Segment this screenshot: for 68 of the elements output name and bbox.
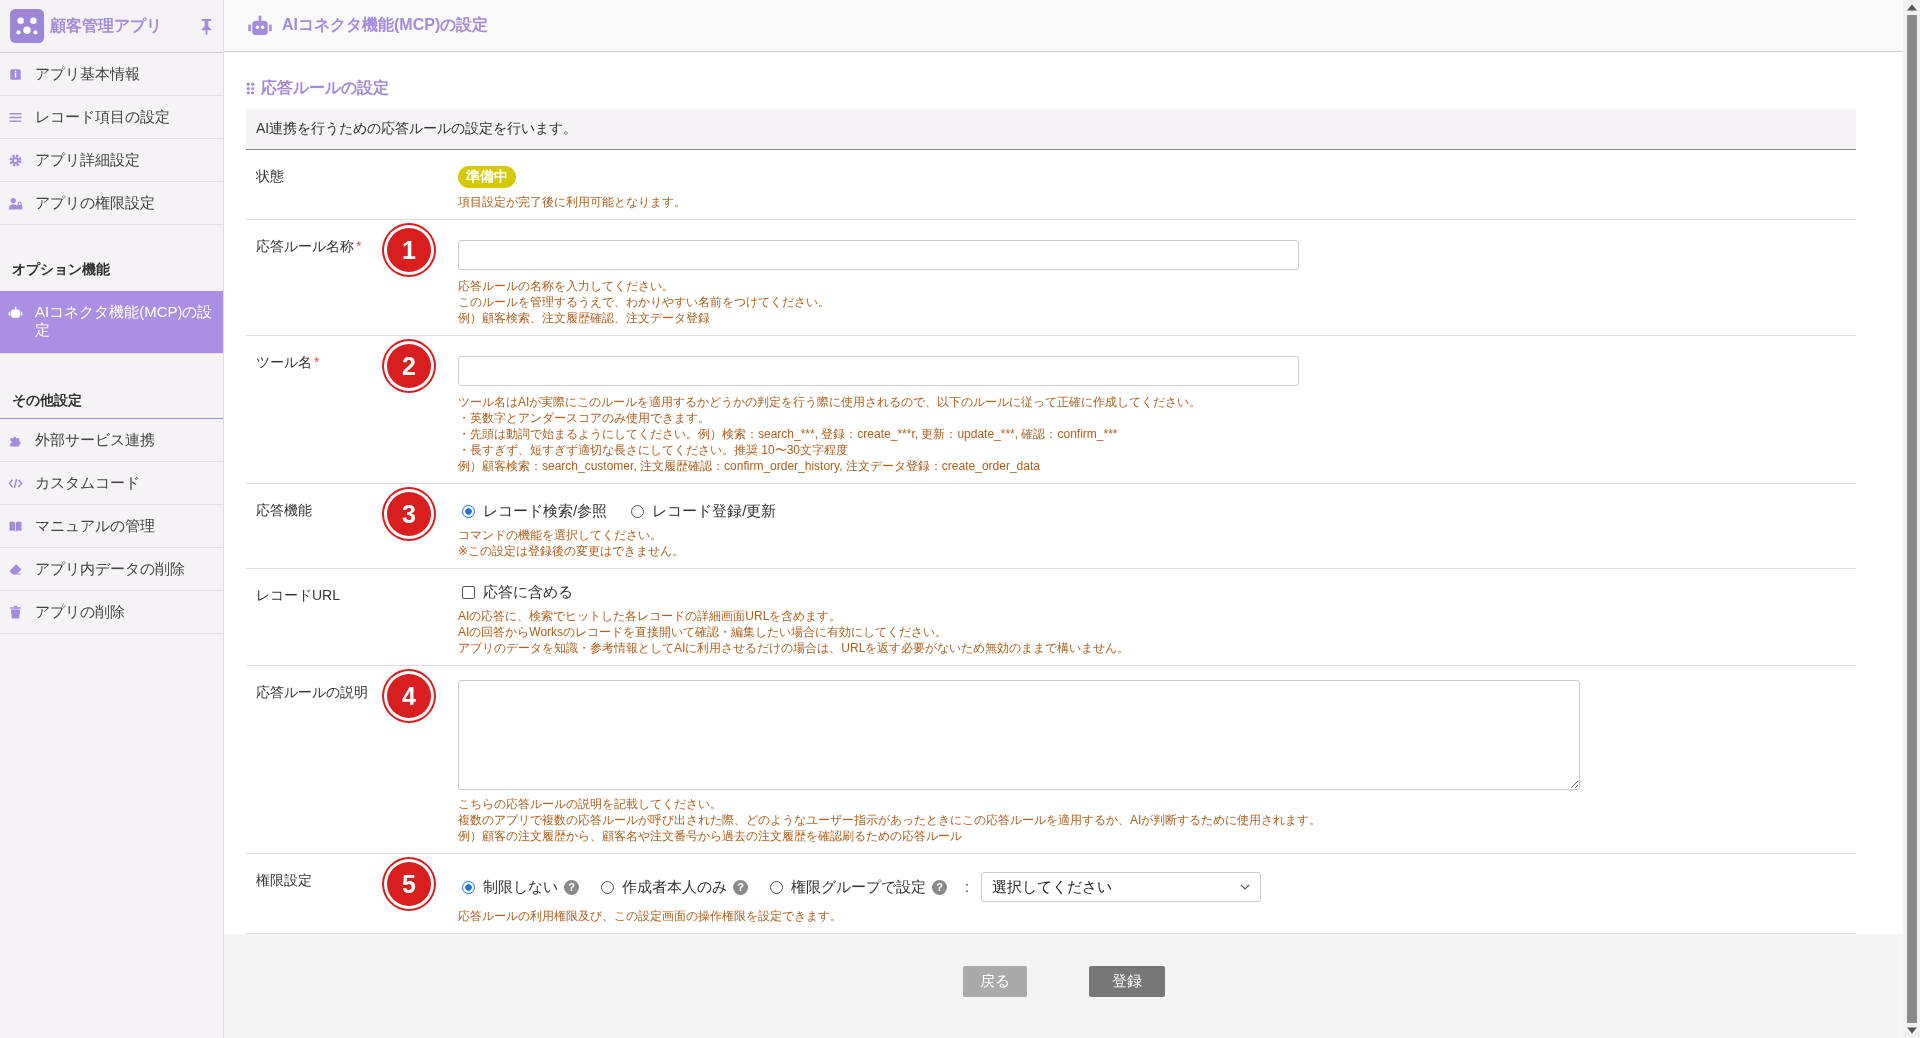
robot-icon [8,305,23,320]
text-input-field[interactable] [458,356,1299,386]
code-icon [8,476,23,491]
hint-text: こちらの応答ルールの説明を記載してください。 [458,796,723,812]
radio-option[interactable]: 作成者本人のみ [597,877,727,897]
field-label: 応答ルール名称* [256,238,362,254]
hint-text: 例）顧客の注文履歴から、顧客名や注文番号から過去の注文履歴を確認刷るための応答ルール [458,828,963,844]
hint-text: ツール名はAIが実際にこのルールを適用するかどうかの判定を行う際に使用されるので、以下のルールに従って正確に作成してください。 [458,394,1203,410]
field-label: 権限設定 [256,872,312,888]
sidebar-section-heading: オプション機能 [11,260,111,279]
hint-text: AIの回答からWorksのレコードを直接開いて確認・編集したい場合に有効にしてください。 [458,624,949,640]
list-icon [8,110,23,125]
chevron-down-icon [1239,884,1250,890]
hint-text: AIの応答に、検索でヒットした各レコードの詳細画面URLを含めます。 [458,608,843,624]
hint-text: 項目設定が完了後に利用可能となります。 [458,194,687,210]
hint-text: ・長すぎず、短すぎず適切な長さにしてください。推奨 10〜30文字程度 [458,442,850,458]
hint-text: アプリのデータを知識・参考情報としてAIに利用させるだけの場合は、URLを返す必要がないため無効のままで構いません。 [458,640,1131,656]
register-button[interactable]: 登録 [1088,965,1165,997]
scroll-down-icon[interactable] [1906,1027,1917,1034]
separator-colon: : [965,879,969,895]
sidebar-item[interactable]: アプリ詳細設定 [0,139,223,182]
hint-text: ※この設定は登録後の変更はできません。 [458,543,686,559]
field-label: 状態 [256,168,284,184]
section-description: AI連携を行うための応答ルールの設定を行います。 [246,109,1856,150]
scroll-up-icon[interactable] [1906,4,1917,11]
hint-text: 複数のアプリで複数の応答ルールが呼び出された際、どのようなユーザー指示があったときにこの応答ルールを適用するか、AIが判断するために使用されます。 [458,812,1323,828]
section-title: 応答ルールの設定 [261,78,389,98]
info-icon [8,67,23,82]
drag-handle-icon [246,82,255,95]
radio-option[interactable]: 権限グループで設定 [766,877,926,897]
radio-option[interactable]: 制限しない [458,877,558,897]
eraser-icon [8,562,23,577]
page-title: AIコネクタ機能(MCP)の設定 [282,15,489,35]
radio-option[interactable]: レコード登録/更新 [627,502,777,521]
hint-text: ・先頭は動詞で始まるようにしてください。例）検索：search_***, 登録：create_***r, 更新：update_***, 確認：confirm_*** [458,426,1119,442]
hint-text: 例）顧客検索：search_customer, 注文履歴確認：confirm_order_history, 注文データ登録：create_order_data [458,458,1041,474]
book-icon [8,519,23,534]
sidebar-section-heading: その他設定 [0,354,223,419]
text-input-field[interactable] [458,240,1299,270]
sidebar-item[interactable]: 外部サービス連携 [0,419,223,462]
hint-text: 応答ルールの利用権限及び、この設定画面の操作権限を設定できます。 [458,908,843,924]
sidebar-item[interactable]: アプリの削除 [0,591,223,634]
hint-text: ・英数字とアンダースコアのみ使用できます。 [458,410,711,426]
sidebar-item[interactable]: アプリの権限設定 [0,182,223,225]
app-logo-icon [10,9,44,43]
sidebar-item[interactable]: マニュアルの管理 [0,505,223,548]
app-name: 顧客管理アプリ [50,15,163,36]
field-label: 応答ルールの説明 [256,684,368,700]
hint-text: コマンドの機能を選択してください。 [458,527,663,543]
checkbox-option[interactable]: 応答に含める [458,583,573,602]
scrollbar[interactable] [1903,0,1920,1038]
group-select-dropdown[interactable]: 選択してください [980,872,1261,902]
trash-icon [8,605,23,620]
sidebar-item[interactable]: アプリ内データの削除 [0,548,223,591]
field-label: 応答機能 [256,502,312,518]
hint-text: このルールを管理するうえで、わかりやすい名前をつけてください。 [458,294,831,310]
hint-text: 応答ルールの名称を入力してください。 [458,278,675,294]
status-badge: 準備中 [458,166,516,188]
field-label: レコードURL [256,587,340,603]
radio-option[interactable]: レコード検索/参照 [458,502,608,521]
pin-icon[interactable] [200,17,213,35]
field-label: ツール名* [256,354,320,370]
user-lock-icon [8,196,23,211]
sidebar-item[interactable]: カスタムコード [0,462,223,505]
sidebar-item[interactable]: レコード項目の設定 [0,96,223,139]
hint-text: 例）顧客検索、注文履歴確認、注文データ登録 [458,310,711,326]
sidebar-item[interactable]: アプリ基本情報 [0,53,223,96]
gear-icon [8,153,23,168]
